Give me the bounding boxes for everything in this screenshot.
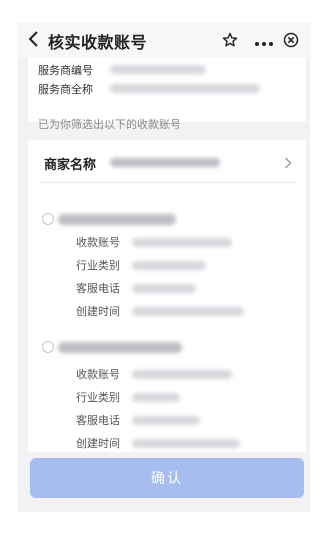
radio-button[interactable]	[42, 213, 54, 225]
service-phone-label: 客服电话	[76, 414, 120, 427]
divider	[40, 182, 296, 183]
more-icon[interactable]	[254, 34, 274, 53]
navigation-bar: 核实收款账号	[18, 22, 310, 58]
bottom-action-bar: 确认	[18, 452, 310, 512]
created-time-label: 创建时间	[76, 305, 120, 318]
account-number-label: 收款账号	[76, 236, 120, 249]
radio-button[interactable]	[42, 341, 54, 353]
account-name-value	[58, 214, 176, 225]
industry-value	[132, 261, 206, 270]
merchant-label: 商家名称	[44, 158, 97, 173]
provider-name-label: 服务商全称	[38, 83, 93, 96]
service-phone-value	[132, 416, 200, 425]
provider-id-row: 服务商编号	[38, 62, 93, 78]
created-time-value	[132, 439, 240, 448]
star-icon[interactable]	[222, 32, 238, 52]
account-number-value	[132, 370, 232, 379]
industry-label: 行业类别	[76, 391, 120, 404]
account-name-value	[58, 342, 182, 353]
provider-id-label: 服务商编号	[38, 64, 93, 77]
merchant-name-value	[110, 158, 220, 167]
service-phone-value	[132, 284, 196, 293]
provider-info-card: 服务商编号 服务商全称	[28, 58, 306, 122]
provider-name-value	[110, 84, 260, 93]
account-number-label: 收款账号	[76, 368, 120, 381]
close-circle-icon[interactable]	[283, 32, 299, 52]
account-list-card: 商家名称 收款账号 行业类别 客服电话 创建时间 收款账号 行业类别 客服电话 …	[28, 140, 306, 480]
provider-name-row: 服务商全称	[38, 81, 93, 97]
service-phone-label: 客服电话	[76, 282, 120, 295]
provider-id-value	[110, 65, 206, 74]
created-time-label: 创建时间	[76, 437, 120, 450]
back-arrow-icon[interactable]	[28, 31, 40, 51]
confirm-button[interactable]: 确认	[30, 458, 304, 498]
created-time-value	[132, 307, 244, 316]
account-number-value	[132, 238, 232, 247]
filter-hint: 已为你筛选出以下的收款账号	[38, 118, 181, 131]
industry-value	[132, 393, 180, 402]
chevron-right-icon	[284, 154, 292, 173]
phone-screen: 核实收款账号 服务商编号 服务商全称 已为你筛选出以下的收款账号 商家名称 收款…	[18, 22, 310, 512]
industry-label: 行业类别	[76, 259, 120, 272]
page-title: 核实收款账号	[48, 33, 148, 52]
